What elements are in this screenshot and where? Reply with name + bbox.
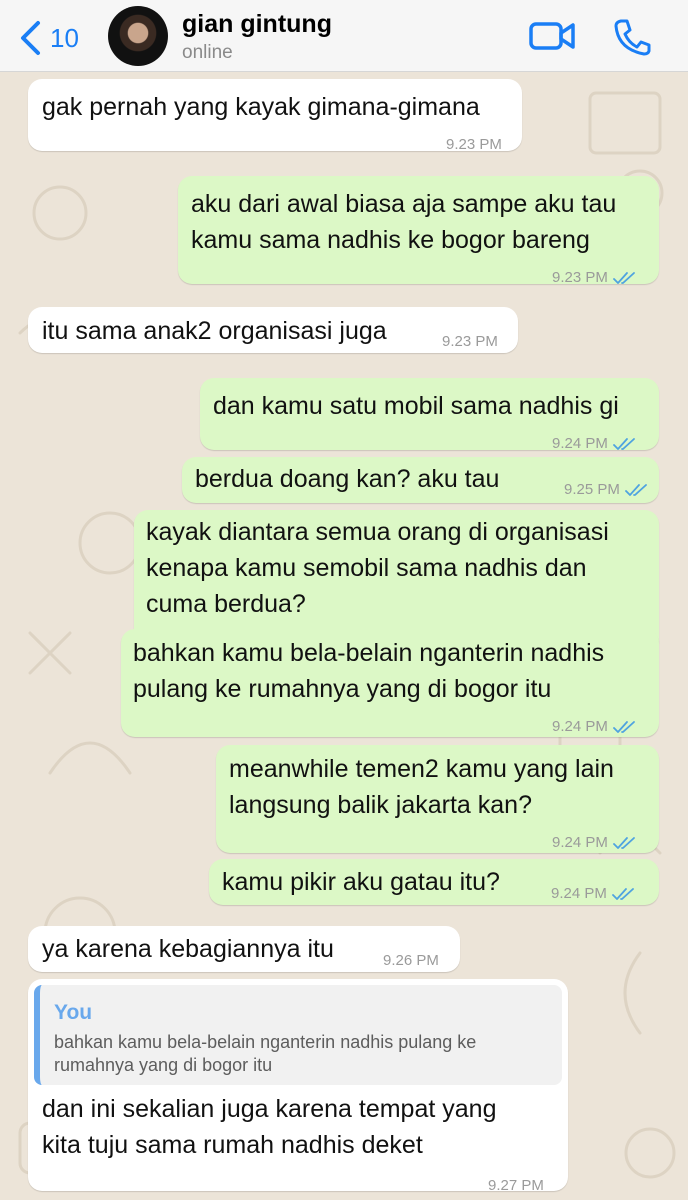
message-text: aku dari awal biasa aja sampe aku tau ka…	[191, 190, 617, 254]
video-call-icon[interactable]	[528, 18, 576, 54]
quote-author: You	[54, 1001, 93, 1024]
message-timestamp: 9.26 PM	[383, 952, 439, 969]
outgoing-message-bubble[interactable]: aku dari awal biasa aja sampe aku tau ka…	[178, 176, 659, 286]
message-timestamp: 9.23 PM	[442, 333, 498, 350]
chevron-left-icon	[21, 21, 40, 55]
avatar[interactable]	[108, 6, 168, 66]
message-text: kayak diantara semua orang di organisasi…	[146, 518, 609, 618]
outgoing-message-bubble[interactable]: meanwhile temen2 kamu yang lain langsung…	[216, 745, 659, 853]
unread-count: 10	[50, 22, 79, 53]
contact-status: online	[182, 42, 233, 63]
message-timestamp: 9.27 PM	[488, 1177, 544, 1194]
incoming-message-bubble[interactable]: gak pernah yang kayak gimana-gimana 9.23 …	[28, 79, 522, 153]
message-text: bahkan kamu bela-belain nganterin nadhis…	[133, 639, 605, 703]
message-timestamp: 9.25 PM	[564, 472, 649, 508]
message-timestamp: 9.24 PM	[551, 876, 636, 912]
message-timestamp: 9.24 PM	[552, 825, 637, 861]
message-timestamp: 9.23 PM	[552, 260, 637, 296]
message-timestamp: 9.24 PM	[552, 709, 637, 745]
back-button[interactable]: 10	[18, 18, 79, 58]
message-text: berdua doang kan? aku tau	[195, 465, 500, 493]
message-text: dan ini sekalian juga karena tempat yang…	[42, 1095, 497, 1159]
chat-header: 10 gian gintung online	[0, 0, 688, 72]
outgoing-message-bubble[interactable]: dan kamu satu mobil sama nadhis gi 9.24 P…	[200, 378, 659, 452]
message-text: gak pernah yang kayak gimana-gimana	[42, 93, 480, 121]
incoming-message-bubble[interactable]: You bahkan kamu bela-belain nganterin nad…	[28, 979, 568, 1194]
outgoing-message-bubble[interactable]: berdua doang kan? aku tau 9.25 PM	[182, 457, 659, 503]
incoming-message-bubble[interactable]: itu sama anak2 organisasi juga 9.23 PM	[28, 307, 518, 353]
message-text: dan kamu satu mobil sama nadhis gi	[213, 392, 619, 420]
double-check-icon	[612, 438, 635, 450]
outgoing-message-bubble[interactable]: kamu pikir aku gatau itu? 9.24 PM	[209, 859, 659, 905]
message-text: kamu pikir aku gatau itu?	[222, 868, 500, 896]
quote-text: bahkan kamu bela-belain nganterin nadhis…	[54, 1032, 477, 1075]
message-list[interactable]: gak pernah yang kayak gimana-gimana 9.23 …	[0, 73, 688, 1200]
contact-name[interactable]: gian gintung	[182, 10, 332, 39]
message-text: meanwhile temen2 kamu yang lain langsung…	[229, 755, 614, 819]
quoted-reply[interactable]: You bahkan kamu bela-belain nganterin nad…	[34, 985, 562, 1085]
double-check-icon	[612, 272, 635, 284]
message-text: ya karena kebagiannya itu	[42, 935, 334, 963]
double-check-icon	[612, 837, 635, 849]
message-text: itu sama anak2 organisasi juga	[42, 317, 387, 345]
phone-call-icon[interactable]	[612, 18, 652, 56]
double-check-icon	[611, 888, 634, 900]
outgoing-message-bubble[interactable]: bahkan kamu bela-belain nganterin nadhis…	[121, 629, 659, 737]
double-check-icon	[624, 484, 647, 496]
incoming-message-bubble[interactable]: ya karena kebagiannya itu 9.26 PM	[28, 926, 460, 972]
message-timestamp: 9.23 PM	[446, 136, 502, 153]
double-check-icon	[612, 721, 635, 733]
